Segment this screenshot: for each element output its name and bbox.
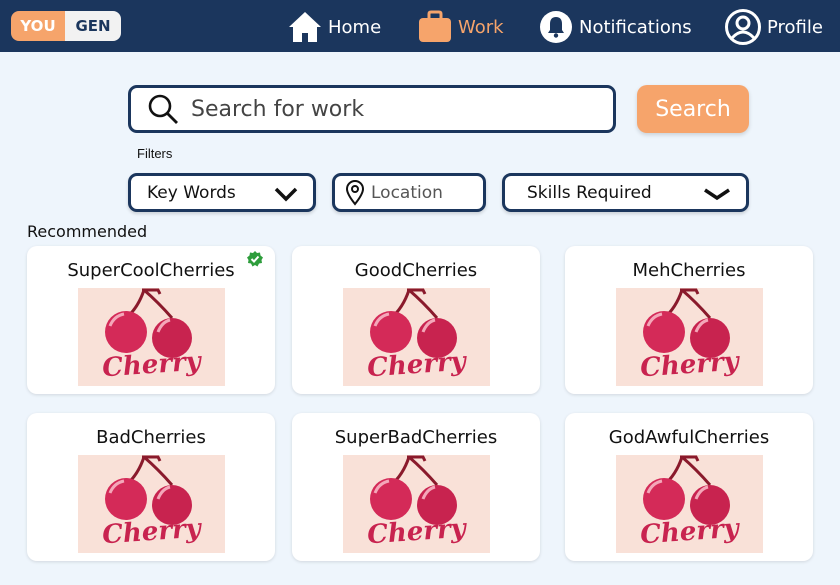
search-icon (148, 94, 178, 124)
nav-profile[interactable]: Profile (724, 8, 823, 46)
search-button[interactable]: Search (637, 85, 749, 133)
company-name: GodAwfulCherries (608, 427, 770, 448)
company-card[interactable]: GoodCherries Cherry (292, 246, 540, 394)
search-input[interactable] (191, 96, 571, 122)
home-icon (289, 12, 321, 42)
company-logo-image: Cherry (343, 455, 490, 553)
yougen-logo[interactable]: YOU GEN (11, 11, 121, 41)
filters-label: Filters (137, 146, 173, 161)
nav-work-label: Work (458, 16, 504, 38)
company-logo-image: Cherry (78, 455, 225, 553)
company-name: MehCherries (632, 260, 746, 281)
chevron-down-icon (704, 188, 730, 201)
recommended-heading: Recommended (27, 222, 148, 241)
company-card[interactable]: BadCherries Cherry (27, 413, 275, 561)
location-field[interactable]: Location (332, 173, 486, 212)
top-nav-bar: YOU GEN Home Work Notifications Profile (0, 0, 840, 52)
company-card[interactable]: MehCherries Cherry (565, 246, 813, 394)
briefcase-icon (419, 10, 451, 42)
nav-profile-label: Profile (767, 16, 823, 38)
company-card[interactable]: SuperCoolCherries Cherry (27, 246, 275, 394)
chevron-down-icon (274, 187, 298, 202)
nav-notifications[interactable]: Notifications (538, 8, 692, 46)
company-card[interactable]: SuperBadCherries Cherry (292, 413, 540, 561)
company-name: BadCherries (96, 427, 206, 448)
company-logo-image: Cherry (616, 455, 763, 553)
company-card[interactable]: GodAwfulCherries Cherry (565, 413, 813, 561)
search-box (128, 85, 616, 133)
logo-gen: GEN (65, 11, 121, 41)
company-name: GoodCherries (354, 260, 478, 281)
skills-required-dropdown[interactable]: Skills Required (502, 173, 749, 212)
location-pin-icon (345, 179, 365, 206)
company-name: SuperCoolCherries (67, 260, 235, 281)
logo-you: YOU (11, 11, 65, 41)
nav-home-label: Home (328, 16, 382, 38)
user-icon (725, 9, 761, 45)
verified-badge-icon (247, 251, 263, 267)
bell-icon (540, 11, 572, 43)
key-words-dropdown[interactable]: Key Words (128, 173, 316, 212)
company-logo-image: Cherry (343, 288, 490, 386)
nav-work[interactable]: Work (417, 8, 504, 46)
company-logo-image: Cherry (616, 288, 763, 386)
company-name: SuperBadCherries (334, 427, 498, 448)
company-logo-image: Cherry (78, 288, 225, 386)
nav-home[interactable]: Home (287, 8, 381, 46)
key-words-label: Key Words (147, 182, 236, 203)
location-placeholder: Location (371, 182, 443, 203)
skills-required-label: Skills Required (527, 182, 652, 203)
nav-notifications-label: Notifications (579, 16, 692, 38)
